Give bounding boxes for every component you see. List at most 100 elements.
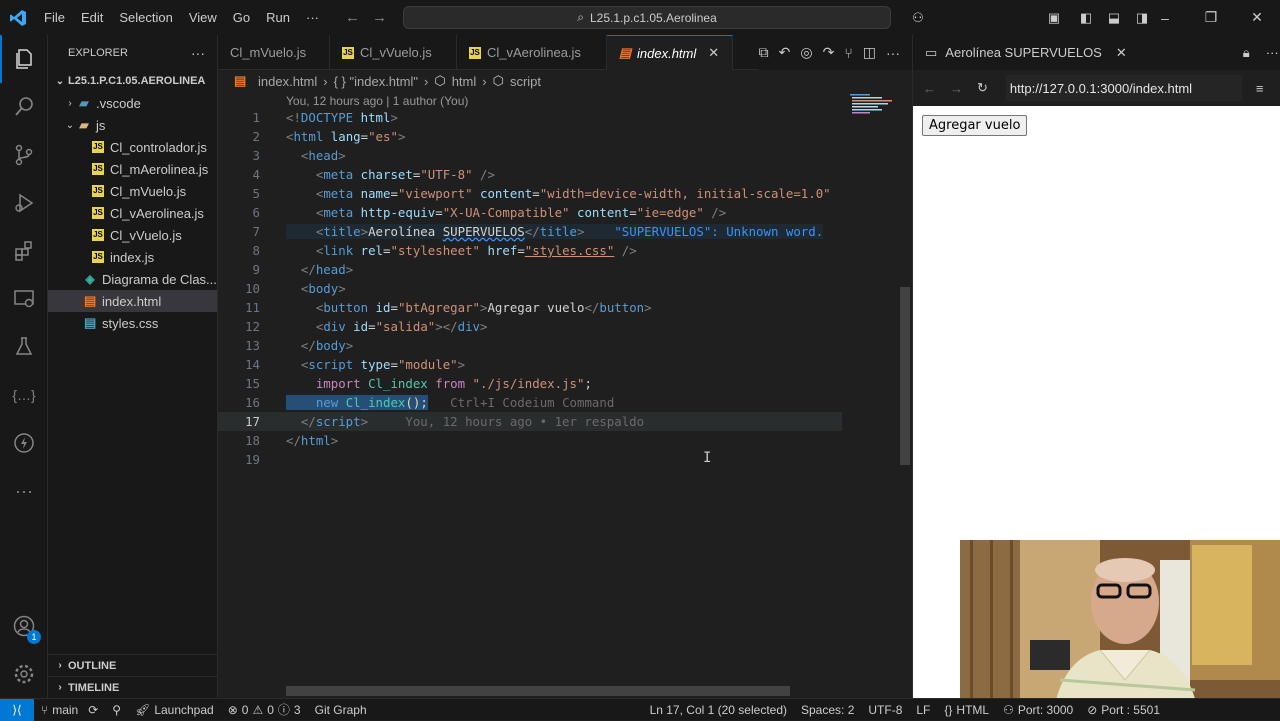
forward-arrow-icon[interactable]: → <box>372 9 387 26</box>
breadcrumb-item[interactable]: index.html <box>258 74 317 89</box>
source-control-icon[interactable] <box>0 131 48 179</box>
menu-more[interactable]: ··· <box>298 0 327 35</box>
settings-gear-icon[interactable] <box>0 650 48 698</box>
browser-back-icon[interactable]: ← <box>923 81 936 96</box>
tree-item-file[interactable]: JS index.js <box>48 246 217 268</box>
lock-icon[interactable]: 🔒︎ <box>1243 45 1250 61</box>
toggle-sidebar-icon[interactable]: ◧ <box>1072 10 1100 26</box>
breadcrumb-item[interactable]: script <box>510 74 541 89</box>
line-number: 14 <box>245 357 260 372</box>
git-graph-icon[interactable]: ⑂ <box>844 45 852 61</box>
tree-item-file[interactable]: ◈ Diagrama de Clas... <box>48 268 217 290</box>
split-editor-icon[interactable]: ◫ <box>863 44 876 61</box>
breadcrumb-item[interactable]: { } "index.html" <box>334 74 418 89</box>
tree-item-file[interactable]: JS Cl_mAerolinea.js <box>48 158 217 180</box>
js-file-icon: JS <box>92 229 104 241</box>
tree-item-file[interactable]: ▤ styles.css <box>48 312 217 334</box>
minimap[interactable] <box>848 92 902 132</box>
restore-icon[interactable]: ❐ <box>1188 9 1234 26</box>
explorer-more-icon[interactable]: ··· <box>191 45 205 61</box>
code-editor[interactable]: You, 12 hours ago | 1 author (You) 1 <!DO… <box>218 92 912 696</box>
explorer-icon[interactable] <box>0 35 48 83</box>
customize-layout-icon[interactable]: ▣ <box>1036 10 1072 26</box>
cursor-position[interactable]: Ln 17, Col 1 (20 selected) <box>643 703 794 717</box>
git-forward-icon[interactable]: ↷ <box>823 44 835 61</box>
tree-item-label: Cl_vAerolinea.js <box>110 205 204 221</box>
close-tab-icon[interactable]: ✕ <box>1116 45 1127 61</box>
line-number: 1 <box>252 110 260 125</box>
end-of-line[interactable]: LF <box>909 703 937 717</box>
back-arrow-icon[interactable]: ← <box>345 9 360 26</box>
more-actions-icon[interactable]: ··· <box>1266 45 1279 60</box>
more-actions-icon[interactable]: ··· <box>886 45 900 61</box>
indentation[interactable]: Spaces: 2 <box>794 703 861 717</box>
tab-cl-vaerolinea[interactable]: JS Cl_vAerolinea.js <box>457 35 607 70</box>
tree-item-file[interactable]: JS Cl_vAerolinea.js <box>48 202 217 224</box>
git-commit-icon[interactable]: ◎ <box>800 44 812 61</box>
inline-command-hint[interactable]: Ctrl+I Codeium Command <box>450 395 614 410</box>
lightning-icon[interactable] <box>0 419 48 467</box>
open-preview-icon[interactable]: ⧉ <box>759 44 769 61</box>
tree-item-file[interactable]: JS Cl_vVuelo.js <box>48 224 217 246</box>
close-window-icon[interactable]: ✕ <box>1234 9 1280 26</box>
vertical-scrollbar[interactable] <box>900 287 910 465</box>
tree-item-js-folder[interactable]: ⌄ ▰ js <box>48 114 217 136</box>
outline-section[interactable]: › OUTLINE <box>48 654 218 676</box>
warning-count: 0 <box>267 702 274 717</box>
json-braces-icon[interactable]: {…} <box>0 371 48 419</box>
minimize-icon[interactable]: – <box>1142 10 1188 26</box>
sync-icon[interactable]: ⟳ <box>88 703 98 717</box>
tree-item-file[interactable]: JS Cl_mVuelo.js <box>48 180 217 202</box>
menu-run[interactable]: Run <box>258 0 298 35</box>
launchpad-item[interactable]: 🚀︎ Launchpad <box>128 703 221 717</box>
tab-cl-vvuelo[interactable]: JS Cl_vVuelo.js <box>330 35 457 70</box>
problems-indicator[interactable]: ⊗ 0 ⚠ 0 ⓘ 3 <box>221 701 308 718</box>
menu-go[interactable]: Go <box>225 0 258 35</box>
browser-menu-icon[interactable]: ≡ <box>1256 81 1264 96</box>
codelens-blame[interactable]: You, 12 hours ago | 1 author (You) <box>286 94 468 108</box>
workspace-root[interactable]: ⌄ L25.1.P.C1.05.AEROLINEA <box>48 70 217 92</box>
encoding[interactable]: UTF-8 <box>861 703 909 717</box>
remote-explorer-icon[interactable] <box>0 275 48 323</box>
code-line: 8 <link rel="stylesheet" href="styles.cs… <box>218 241 842 260</box>
tree-item-vscode[interactable]: › ▰ .vscode <box>48 92 217 114</box>
copilot-icon[interactable]: ⚇ <box>900 10 936 26</box>
testing-icon[interactable] <box>0 323 48 371</box>
extensions-icon[interactable] <box>0 227 48 275</box>
breadcrumb-item[interactable]: html <box>452 74 477 89</box>
run-debug-icon[interactable] <box>0 179 48 227</box>
tab-cl-mvuelo[interactable]: Cl_mVuelo.js <box>218 35 330 70</box>
menu-view[interactable]: View <box>181 0 225 35</box>
search-view-icon[interactable] <box>0 83 48 131</box>
port-5501[interactable]: ⊘ Port : 5501 <box>1080 703 1280 717</box>
menu-file[interactable]: File <box>36 0 73 35</box>
tree-item-file-selected[interactable]: ▤ index.html <box>48 290 217 312</box>
browser-tab[interactable]: ▭ Aerolínea SUPERVUELOS ✕ 🔒︎ ··· <box>913 35 1280 70</box>
horizontal-scrollbar[interactable] <box>286 686 790 696</box>
language-mode[interactable]: {} HTML <box>937 703 996 717</box>
nav-arrows: ← → <box>345 0 387 35</box>
command-center[interactable]: ⌕ L25.1.p.c1.05.Aerolinea <box>403 6 891 29</box>
git-graph-item[interactable]: Git Graph <box>308 703 374 717</box>
browser-url-input[interactable]: http://127.0.0.1:3000/index.html <box>1005 75 1242 101</box>
git-back-icon[interactable]: ↶ <box>779 44 791 61</box>
browser-reload-icon[interactable]: ↻ <box>977 80 988 96</box>
tree-item-file[interactable]: JS Cl_controlador.js <box>48 136 217 158</box>
timeline-section[interactable]: › TIMELINE <box>48 676 218 698</box>
more-views-icon[interactable]: ··· <box>0 467 48 515</box>
branch-indicator[interactable]: ⑂ main ⟳ <box>34 703 105 717</box>
js-file-icon: JS <box>469 46 481 59</box>
css-file-icon: ▤ <box>84 315 97 330</box>
menu-edit[interactable]: Edit <box>73 0 111 35</box>
tab-index-html[interactable]: ▤ index.html ✕ <box>607 35 733 70</box>
info-count: 3 <box>293 702 301 717</box>
menu-selection[interactable]: Selection <box>111 0 180 35</box>
git-fetch-icon[interactable]: ⚲ <box>105 703 128 717</box>
port-3000[interactable]: ⚇ Port: 3000 <box>996 703 1080 717</box>
add-flight-button[interactable]: Agregar vuelo <box>922 115 1028 136</box>
accounts-icon[interactable]: 1 <box>0 602 48 650</box>
remote-indicator-icon[interactable]: ⟩⟨ <box>0 698 34 721</box>
browser-forward-icon[interactable]: → <box>950 81 963 96</box>
close-tab-icon[interactable]: ✕ <box>708 45 719 61</box>
toggle-panel-icon[interactable]: ⬓ <box>1100 10 1128 26</box>
